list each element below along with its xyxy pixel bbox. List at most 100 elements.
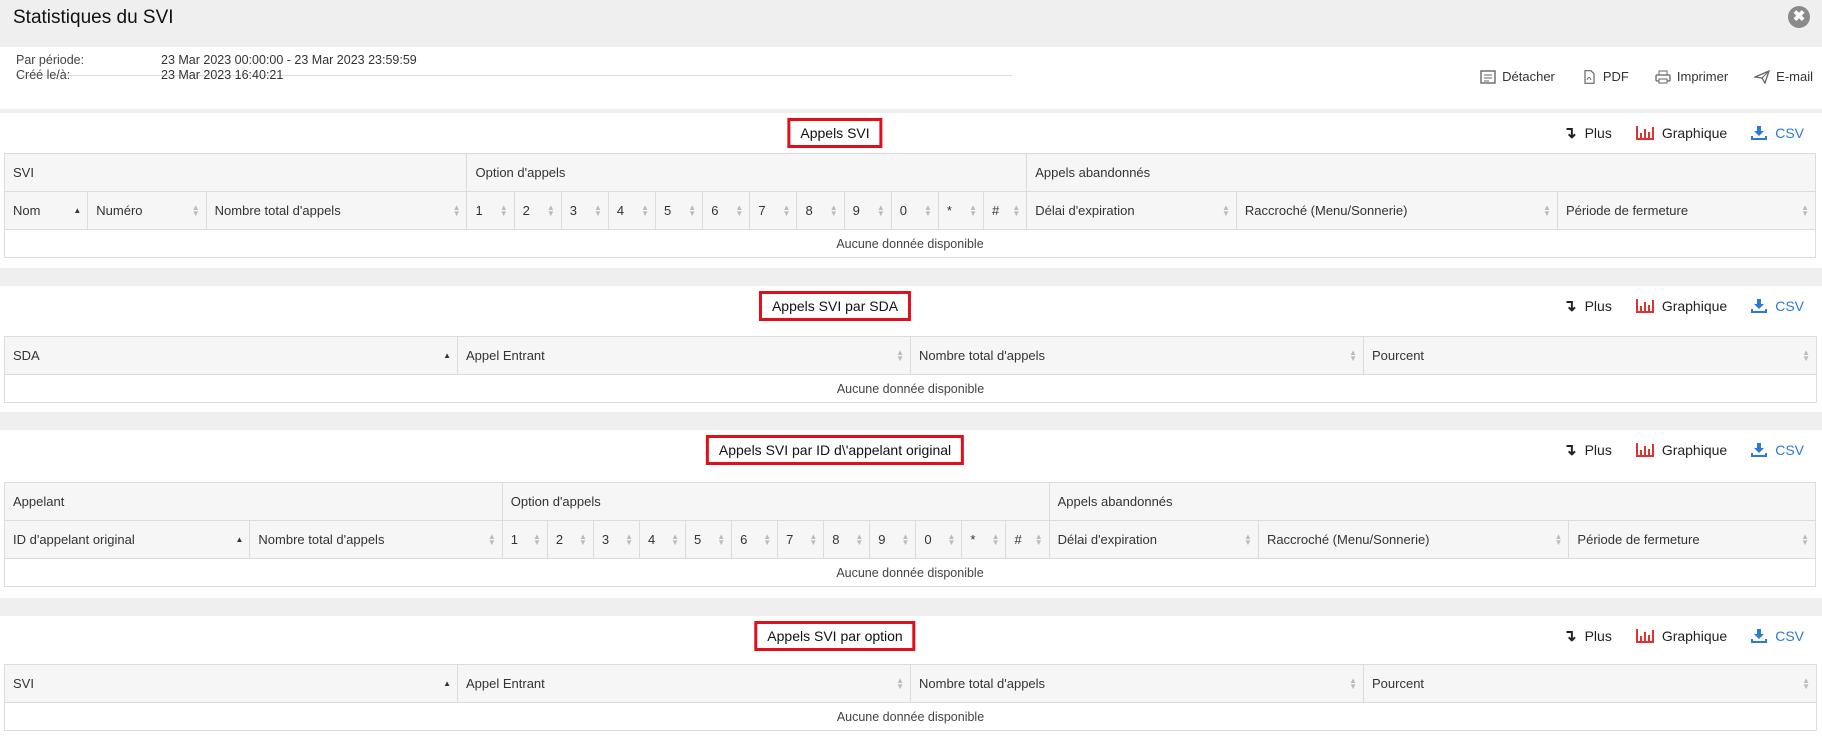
column-header[interactable]: 3 ▲ ▼	[592, 520, 640, 559]
chart-button[interactable]: Graphique	[1635, 626, 1727, 646]
sort-asc-icon: ▲	[73, 205, 82, 215]
column-header[interactable]: Nombre total d'appels ▲ ▼	[205, 191, 468, 230]
column-header-label: 1	[475, 203, 483, 218]
section-tools: ↴ Plus Graphique CSV	[1563, 296, 1804, 316]
column-header-label: #	[992, 203, 1000, 218]
column-header-label: 2	[522, 203, 530, 218]
column-header[interactable]: 2 ▲ ▼	[546, 520, 594, 559]
column-header-label: Délai d'expiration	[1035, 203, 1135, 218]
column-header[interactable]: Pourcent ▲ ▼	[1363, 336, 1817, 375]
column-header[interactable]: 8 ▲ ▼	[823, 520, 871, 559]
column-header-label: Nombre total d'appels	[919, 348, 1046, 363]
column-header[interactable]: SDA ▲	[4, 336, 458, 375]
table-appels-svi-option: SVI ▲ Appel Entrant ▲ ▼ Nombre total d'appels…	[4, 664, 1817, 731]
column-header[interactable]: 3 ▲ ▼	[560, 191, 609, 230]
column-header-label: *	[946, 203, 952, 218]
sort-icon: ▲ ▼	[593, 202, 602, 218]
column-header[interactable]: 5 ▲ ▼	[685, 520, 733, 559]
column-header[interactable]: 2 ▲ ▼	[513, 191, 562, 230]
sort-icon: ▲ ▼	[579, 531, 587, 547]
plus-label: Plus	[1584, 298, 1612, 314]
column-header[interactable]: Nombre total d'appels ▲ ▼	[910, 664, 1364, 703]
chart-button[interactable]: Graphique	[1635, 440, 1727, 460]
column-header[interactable]: Nombre total d'appels ▲ ▼	[249, 520, 503, 559]
plus-button[interactable]: ↴ Plus	[1563, 626, 1612, 646]
sort-icon: ▲ ▼	[1543, 202, 1551, 218]
column-header[interactable]: # ▲ ▼	[1005, 520, 1050, 559]
print-icon	[1655, 70, 1671, 83]
pdf-button[interactable]: PDF	[1581, 69, 1629, 84]
column-header[interactable]: Raccroché (Menu/Sonnerie) ▲ ▼	[1257, 520, 1570, 559]
column-header[interactable]: SVI ▲	[4, 664, 458, 703]
column-header[interactable]: 7 ▲ ▼	[777, 520, 825, 559]
column-header[interactable]: Délai d'expiration ▲ ▼	[1026, 191, 1237, 230]
column-header[interactable]: 1 ▲ ▼	[466, 191, 515, 230]
column-header[interactable]: Pourcent ▲ ▼	[1363, 664, 1817, 703]
close-icon[interactable]: ✖	[1788, 6, 1810, 28]
download-icon	[1751, 299, 1768, 313]
sort-icon: ▲ ▼	[876, 202, 885, 218]
column-header[interactable]: * ▲ ▼	[961, 520, 1007, 559]
table-row: Aucune donnée disponible	[4, 558, 1816, 587]
csv-button[interactable]: CSV	[1751, 626, 1804, 646]
column-header[interactable]: 8 ▲ ▼	[796, 191, 845, 230]
empty-message: Aucune donnée disponible	[4, 229, 1816, 258]
sort-icon: ▲ ▼	[191, 202, 200, 218]
column-header[interactable]: Appel Entrant ▲ ▼	[457, 336, 911, 375]
sort-icon: ▲ ▼	[969, 202, 978, 218]
section-tools: ↴ Plus Graphique CSV	[1563, 440, 1804, 460]
window-titlebar: Statistiques du SVI ✖	[0, 0, 1822, 47]
csv-button[interactable]: CSV	[1751, 123, 1804, 143]
column-header[interactable]: Raccroché (Menu/Sonnerie) ▲ ▼	[1235, 191, 1558, 230]
column-header[interactable]: Nombre total d'appels ▲ ▼	[910, 336, 1364, 375]
column-header-label: Numéro	[96, 203, 143, 218]
sort-icon: ▲ ▼	[625, 531, 633, 547]
plus-button[interactable]: ↴ Plus	[1563, 440, 1612, 460]
column-header[interactable]: * ▲ ▼	[937, 191, 985, 230]
bar-chart-icon	[1635, 443, 1654, 457]
group-header: Appels abandonnés	[1048, 482, 1817, 521]
chart-button[interactable]: Graphique	[1635, 123, 1727, 143]
print-button[interactable]: Imprimer	[1655, 69, 1728, 84]
column-header[interactable]: 4 ▲ ▼	[638, 520, 687, 559]
csv-button[interactable]: CSV	[1751, 296, 1804, 316]
column-header[interactable]: Nom ▲	[3, 191, 89, 230]
column-header[interactable]: Période de fermeture ▲ ▼	[1556, 191, 1817, 230]
section-title: Appels SVI par option	[754, 621, 916, 651]
sort-icon: ▲ ▼	[896, 347, 904, 363]
plus-label: Plus	[1584, 125, 1612, 141]
detach-button[interactable]: Détacher	[1480, 69, 1555, 84]
column-header[interactable]: Appel Entrant ▲ ▼	[457, 664, 911, 703]
column-header[interactable]: ID d'appelant original ▲	[3, 520, 251, 559]
column-header[interactable]: 0 ▲ ▼	[915, 520, 963, 559]
column-header[interactable]: 9 ▲ ▼	[843, 191, 892, 230]
column-header[interactable]: 5 ▲ ▼	[655, 191, 704, 230]
column-header[interactable]: 4 ▲ ▼	[607, 191, 657, 230]
column-header[interactable]: 7 ▲ ▼	[749, 191, 798, 230]
sort-icon: ▲ ▼	[1802, 347, 1810, 363]
column-header-label: 4	[616, 203, 625, 218]
column-header[interactable]: 6 ▲ ▼	[702, 191, 751, 230]
column-header[interactable]: 1 ▲ ▼	[501, 520, 548, 559]
column-header-label: Nombre total d'appels	[214, 203, 341, 218]
column-header-label: 5	[694, 532, 702, 547]
csv-button[interactable]: CSV	[1751, 440, 1804, 460]
column-header[interactable]: Numéro ▲ ▼	[87, 191, 207, 230]
email-button[interactable]: E-mail	[1754, 69, 1813, 84]
column-headers: SVI ▲ Appel Entrant ▲ ▼ Nombre total d'appels…	[4, 664, 1817, 703]
column-header[interactable]: 0 ▲ ▼	[890, 191, 939, 230]
sort-icon: ▲ ▼	[1244, 531, 1252, 547]
chart-button[interactable]: Graphique	[1635, 296, 1727, 316]
column-header[interactable]: Délai d'expiration ▲ ▼	[1048, 520, 1259, 559]
column-header[interactable]: # ▲ ▼	[983, 191, 1028, 230]
section-header: Appels SVI par SDA ↴ Plus Graphique CSV	[0, 286, 1822, 326]
column-header-label: Période de fermeture	[1565, 203, 1689, 218]
column-header[interactable]: Période de fermeture ▲ ▼	[1568, 520, 1816, 559]
plus-button[interactable]: ↴ Plus	[1563, 296, 1612, 316]
report-actions: Détacher PDF Imprimer E-mail	[1480, 69, 1813, 84]
plus-button[interactable]: ↴ Plus	[1563, 123, 1612, 143]
column-header[interactable]: 6 ▲ ▼	[731, 520, 779, 559]
column-header[interactable]: 9 ▲ ▼	[869, 520, 917, 559]
sort-icon: ▲ ▼	[1801, 531, 1809, 547]
section-title: Appels SVI	[787, 118, 883, 148]
